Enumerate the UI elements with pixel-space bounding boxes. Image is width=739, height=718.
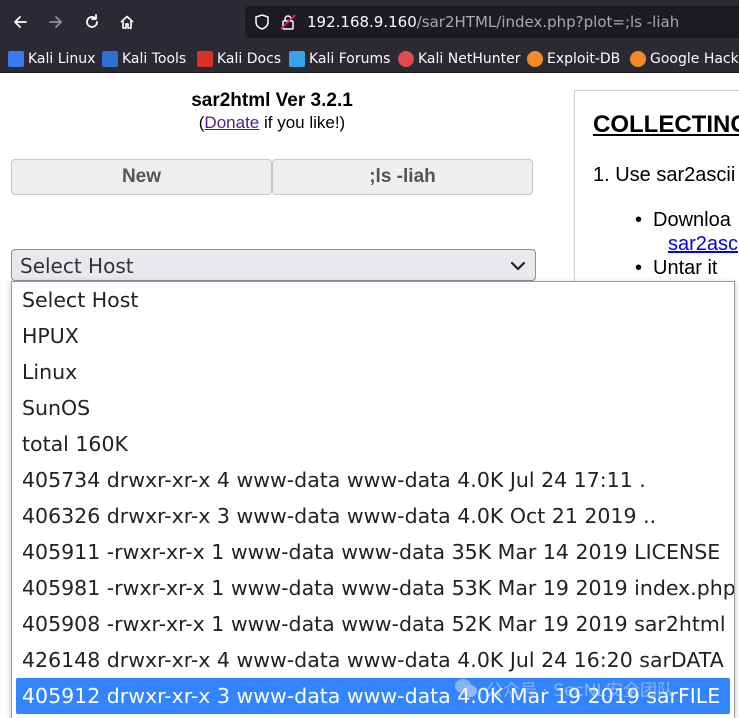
instructions-bullet-download: Downloa <box>635 209 731 232</box>
dropdown-option[interactable]: total 160K <box>12 426 734 462</box>
kali-dragon-icon <box>8 51 24 67</box>
url-path: /sar2HTML/index.php?plot=;ls -liah <box>416 13 680 31</box>
wechat-icon <box>455 679 477 697</box>
host-dropdown-list[interactable]: Select Host HPUX Linux SunOS total 160K 40573… <box>11 281 735 718</box>
chevron-down-icon <box>510 261 526 271</box>
google-hacking-icon <box>630 51 646 67</box>
bookmark-exploit-db[interactable]: Exploit-DB <box>527 49 620 69</box>
kali-docs-icon <box>197 51 213 67</box>
arrow-left-icon <box>14 16 27 28</box>
reload-button[interactable] <box>78 8 106 36</box>
nethunter-icon <box>398 51 414 67</box>
bookmark-kali-nethunter[interactable]: Kali NetHunter <box>398 49 520 69</box>
dropdown-option[interactable]: 426148 drwxr-xr-x 4 www-data www-data 4.… <box>12 642 734 678</box>
dropdown-option[interactable]: Linux <box>12 354 734 390</box>
command-button[interactable]: ;ls -liah <box>272 159 533 195</box>
dropdown-option[interactable]: Select Host <box>12 282 734 318</box>
instructions-bullet-untar: Untar it <box>635 257 718 280</box>
bookmark-kali-tools[interactable]: Kali Tools <box>102 49 186 69</box>
new-button[interactable]: New <box>11 159 272 195</box>
page-title: sar2html Ver 3.2.1 <box>191 90 353 111</box>
shield-icon[interactable] <box>253 13 271 31</box>
bookmark-label: Kali NetHunter <box>418 51 521 67</box>
back-button[interactable] <box>6 8 34 36</box>
bookmark-label: Kali Forums <box>309 51 391 67</box>
bookmark-label: Kali Linux <box>28 51 96 67</box>
bookmark-label: Kali Tools <box>122 51 187 67</box>
dropdown-option[interactable]: 405911 -rwxr-xr-x 1 www-data www-data 35… <box>12 534 734 570</box>
watermark: 公众号 · SecNL安全团队 <box>454 676 674 701</box>
url-text[interactable]: 192.168.9.160/sar2HTML/index.php?plot=;l… <box>307 13 679 31</box>
address-bar[interactable]: 192.168.9.160/sar2HTML/index.php?plot=;l… <box>245 6 739 38</box>
forward-button[interactable] <box>42 8 70 36</box>
instructions-heading: COLLECTING <box>593 111 739 138</box>
bookmark-label: Kali Docs <box>217 51 282 67</box>
instructions-step-1: 1. Use sar2ascii <box>593 164 736 186</box>
bookmark-kali-forums[interactable]: Kali Forums <box>289 49 390 69</box>
bookmark-kali-docs[interactable]: Kali Docs <box>197 49 281 69</box>
sar2ascii-link[interactable]: sar2asc <box>668 233 738 256</box>
bookmark-google-hacking[interactable]: Google Hackin <box>630 49 739 69</box>
bookmark-label: Exploit-DB <box>547 51 621 67</box>
reload-icon <box>86 14 98 28</box>
browser-toolbar: 192.168.9.160/sar2HTML/index.php?plot=;l… <box>0 0 739 44</box>
dropdown-option[interactable]: 405908 -rwxr-xr-x 1 www-data www-data 52… <box>12 606 734 642</box>
kali-forums-icon <box>289 51 305 67</box>
dropdown-option[interactable]: 405981 -rwxr-xr-x 1 www-data www-data 53… <box>12 570 734 606</box>
donate-line: (Donate if you like!) <box>11 113 533 133</box>
bookmark-kali-linux[interactable]: Kali Linux <box>8 49 95 69</box>
dropdown-option[interactable]: SunOS <box>12 390 734 426</box>
donate-suffix: if you like!) <box>259 113 346 132</box>
kali-tools-icon <box>102 51 118 67</box>
host-select[interactable]: Select Host <box>11 249 536 281</box>
host-select-value: Select Host <box>20 254 134 278</box>
insecure-lock-icon[interactable] <box>279 13 297 31</box>
dropdown-option[interactable]: 405734 drwxr-xr-x 4 www-data www-data 4.… <box>12 462 734 498</box>
exploit-db-icon <box>527 51 543 67</box>
watermark-text: 公众号 · SecNL安全团队 <box>486 680 674 701</box>
home-icon <box>120 15 134 29</box>
bookmark-label: Google Hackin <box>650 51 739 67</box>
url-host: 192.168.9.160 <box>307 13 417 31</box>
bookmarks-bar: Kali Linux Kali Tools Kali Docs Kali For… <box>0 44 739 73</box>
home-button[interactable] <box>113 8 141 36</box>
arrow-right-icon <box>49 16 62 28</box>
dropdown-option[interactable]: 406326 drwxr-xr-x 3 www-data www-data 4.… <box>12 498 734 534</box>
dropdown-option[interactable]: HPUX <box>12 318 734 354</box>
donate-link[interactable]: Donate <box>204 113 259 132</box>
